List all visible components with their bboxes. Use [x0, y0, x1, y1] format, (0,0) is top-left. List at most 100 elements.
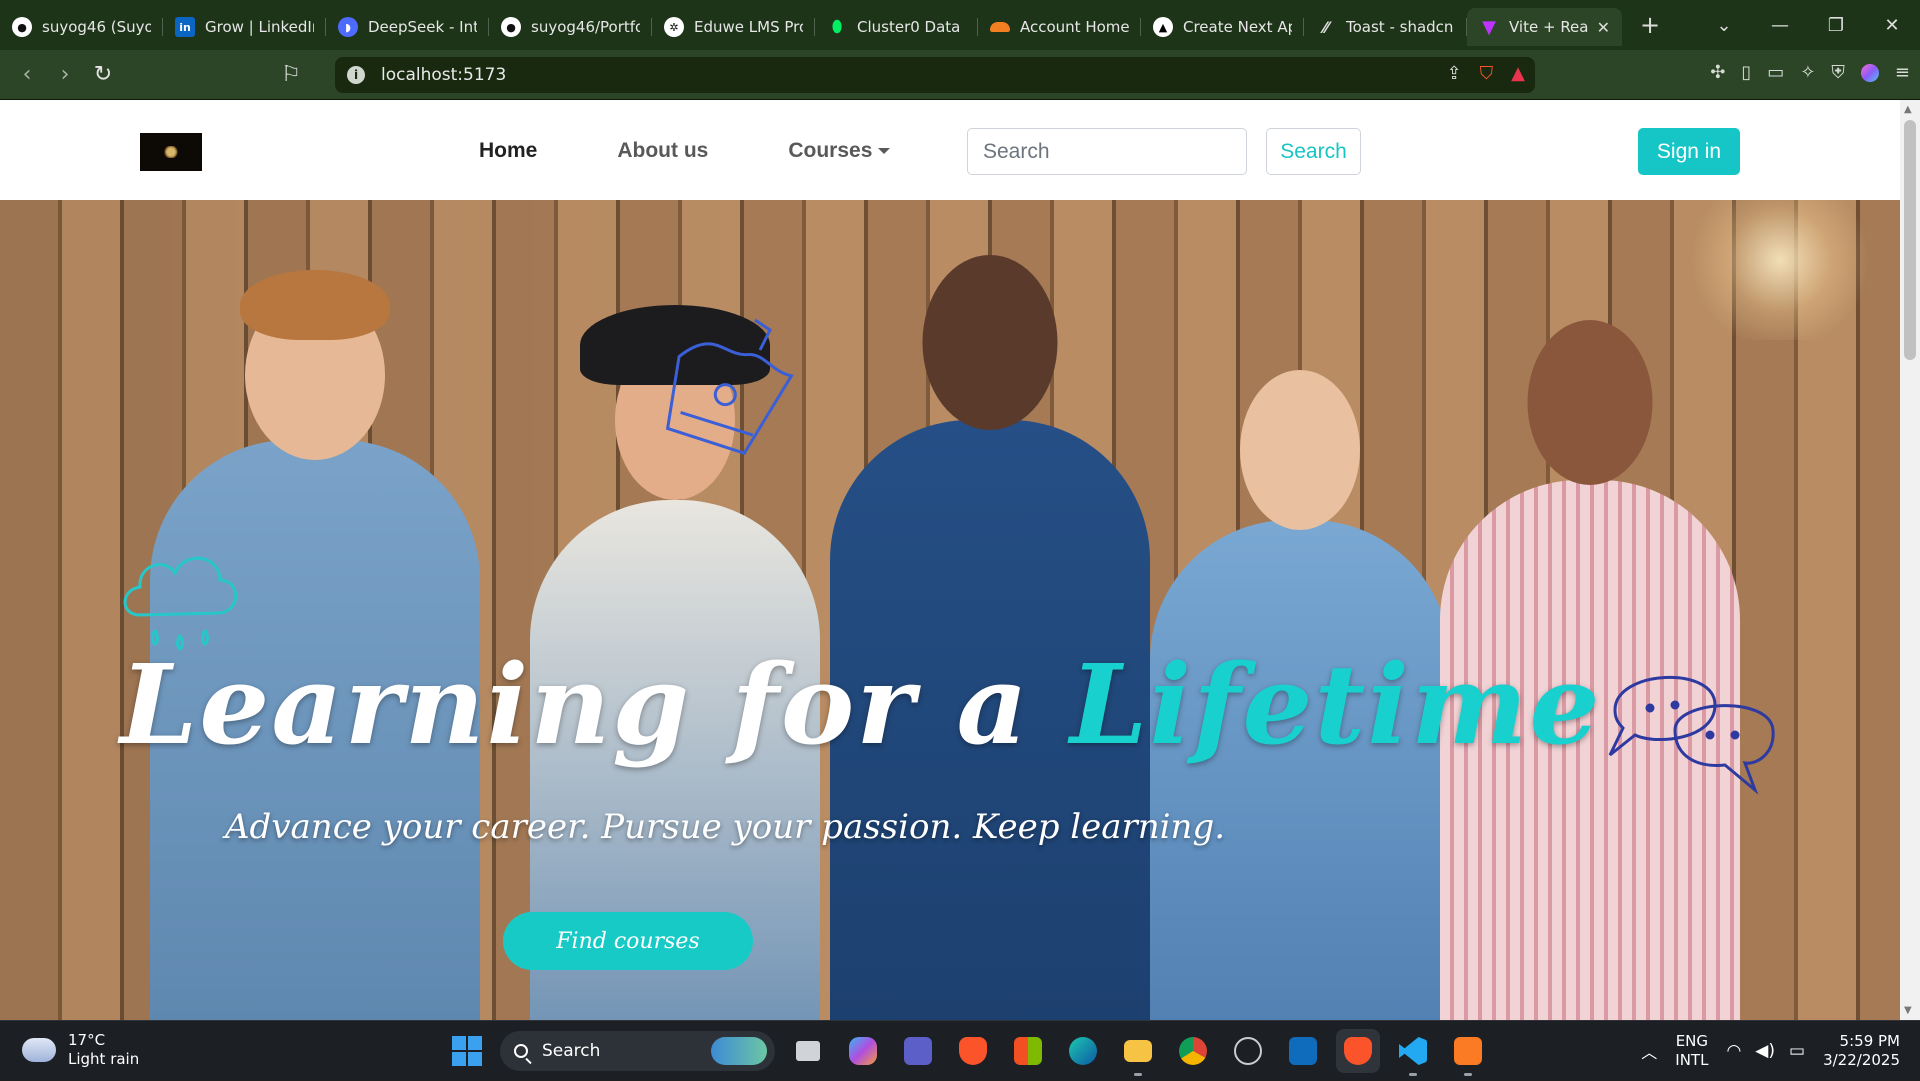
- hero-title-main: Learning for a: [120, 640, 1030, 769]
- nav-courses-dropdown[interactable]: Courses: [788, 134, 891, 168]
- page-viewport: Home About us Courses Search Sign in: [0, 100, 1900, 1020]
- search-icon: [514, 1044, 528, 1058]
- teams-icon[interactable]: [896, 1029, 940, 1073]
- minimize-button[interactable]: —: [1752, 15, 1808, 36]
- forward-button[interactable]: ›: [46, 62, 84, 87]
- sidebar-icon[interactable]: ▯: [1741, 62, 1751, 83]
- menu-icon[interactable]: ≡: [1895, 62, 1910, 83]
- tab-shadcn[interactable]: ⁄⁄ Toast - shadcn: [1304, 8, 1467, 46]
- bookmark-icon[interactable]: ⚐: [272, 62, 310, 87]
- restore-button[interactable]: ❐: [1808, 15, 1864, 36]
- brave-browser-icon[interactable]: [951, 1029, 995, 1073]
- openai-icon: ✲: [664, 17, 684, 37]
- brave-rewards-icon[interactable]: ▲: [1511, 63, 1525, 84]
- tab-label: Eduwe LMS Pro: [694, 18, 803, 36]
- mongodb-leaf-icon: ⬮: [831, 17, 843, 36]
- tab-deepseek[interactable]: ◗ DeepSeek - Int: [326, 8, 489, 46]
- vite-icon: ▼: [1482, 16, 1496, 38]
- deepseek-icon: ◗: [338, 17, 358, 37]
- start-button[interactable]: [445, 1029, 489, 1073]
- file-explorer-icon[interactable]: [1116, 1029, 1160, 1076]
- battery-icon[interactable]: ▭: [1789, 1041, 1805, 1061]
- cloudflare-icon: [990, 22, 1010, 32]
- tab-vite-react[interactable]: ▼ Vite + Rea ✕: [1467, 8, 1622, 46]
- reload-button[interactable]: ↻: [84, 62, 122, 87]
- edge-icon[interactable]: [1061, 1029, 1105, 1073]
- nav-about-us[interactable]: About us: [617, 134, 708, 168]
- wallet-icon[interactable]: ▭: [1767, 62, 1784, 83]
- hero-title: Learning for a Lifetime: [120, 640, 1601, 769]
- tab-cloudflare[interactable]: Account Home: [978, 8, 1141, 46]
- clock-date: 3/22/2025: [1823, 1051, 1900, 1069]
- tab-mongodb[interactable]: ⬮ Cluster0 Data |: [815, 8, 978, 46]
- taskbar-search-label: Search: [542, 1041, 601, 1061]
- wifi-icon[interactable]: ◠: [1726, 1041, 1741, 1061]
- tab-label: Account Home: [1020, 18, 1129, 36]
- extensions-icon[interactable]: ✣: [1710, 62, 1725, 83]
- scrollbar-thumb[interactable]: [1904, 120, 1916, 360]
- new-tab-button[interactable]: +: [1640, 11, 1660, 39]
- volume-icon[interactable]: ◀): [1755, 1041, 1775, 1061]
- copilot-icon[interactable]: [841, 1029, 885, 1073]
- tab-search-chevron-icon[interactable]: ⌄: [1696, 15, 1752, 36]
- taskbar-search[interactable]: Search: [500, 1031, 775, 1071]
- clock[interactable]: 5:59 PM 3/22/2025: [1823, 1032, 1900, 1070]
- leo-ai-icon[interactable]: ✧: [1800, 62, 1815, 83]
- tab-linkedin[interactable]: in Grow | LinkedIn: [163, 8, 326, 46]
- scroll-down-arrow-icon[interactable]: ▼: [1904, 1005, 1912, 1016]
- nav-courses-label: Courses: [788, 139, 873, 162]
- tab-github-profile[interactable]: ● suyog46 (Suyog: [0, 8, 163, 46]
- tab-github-portfolio[interactable]: ● suyog46/Portfo: [489, 8, 652, 46]
- tab-label: Grow | LinkedIn: [205, 18, 314, 36]
- window-controls: ⌄ — ❐ ✕: [1696, 0, 1920, 50]
- scroll-up-arrow-icon[interactable]: ▲: [1904, 104, 1912, 115]
- vpn-icon[interactable]: ⛨: [1831, 62, 1845, 83]
- logo-emblem: [163, 146, 179, 158]
- task-view-icon[interactable]: [786, 1029, 830, 1073]
- dell-icon[interactable]: [1226, 1029, 1270, 1073]
- caret-down-icon: [878, 148, 891, 155]
- site-info-icon[interactable]: i: [347, 66, 365, 84]
- nav-home[interactable]: Home: [479, 134, 537, 168]
- brave-browser-active-icon[interactable]: [1336, 1029, 1380, 1073]
- hero-photo-person-4: [1150, 355, 1450, 1020]
- weather-widget[interactable]: 17°C Light rain: [22, 1031, 139, 1069]
- tab-label: Vite + Rea: [1509, 18, 1589, 36]
- page-scrollbar[interactable]: ▲ ▼: [1900, 100, 1920, 1020]
- linkedin-icon: in: [175, 17, 195, 37]
- share-icon[interactable]: ⇪: [1447, 63, 1462, 84]
- back-button[interactable]: ‹: [8, 62, 46, 87]
- search-highlight-image: [711, 1037, 767, 1065]
- hero-section: Learning for a Lifetime Advance your car…: [0, 200, 1900, 1020]
- site-navbar: Home About us Courses Search Sign in: [0, 100, 1900, 200]
- microsoft-store-icon[interactable]: [1006, 1029, 1050, 1073]
- chrome-icon[interactable]: [1171, 1029, 1215, 1073]
- brave-shields-icon[interactable]: ⛉: [1480, 63, 1494, 84]
- show-hidden-icons-chevron-icon[interactable]: ︿: [1641, 1039, 1657, 1063]
- site-logo[interactable]: [140, 133, 202, 171]
- sign-in-button[interactable]: Sign in: [1638, 128, 1740, 175]
- browser-toolbar: ‹ › ↻ ⚐ i localhost:5173 ⇪ ⛉ ▲ ✣ ▯ ▭ ✧ ⛨…: [0, 50, 1920, 100]
- hero-title-accent: Lifetime: [1070, 640, 1602, 769]
- site-search-button[interactable]: Search: [1266, 128, 1361, 175]
- tab-label: Cluster0 Data |: [857, 18, 966, 36]
- tab-label: Toast - shadcn: [1346, 18, 1454, 36]
- outlook-icon[interactable]: [1281, 1029, 1325, 1073]
- profile-avatar-icon[interactable]: [1860, 63, 1879, 82]
- close-tab-icon[interactable]: ✕: [1597, 18, 1610, 37]
- find-courses-button[interactable]: Find courses: [503, 912, 753, 970]
- tab-vercel[interactable]: ▲ Create Next Ap: [1141, 8, 1304, 46]
- close-window-button[interactable]: ✕: [1864, 15, 1920, 36]
- xampp-icon[interactable]: [1446, 1029, 1490, 1076]
- lang-primary: ENG: [1675, 1032, 1709, 1050]
- vercel-icon: ▲: [1153, 17, 1173, 37]
- tab-eduwe[interactable]: ✲ Eduwe LMS Pro: [652, 8, 815, 46]
- language-indicator[interactable]: ENG INTL: [1675, 1032, 1708, 1070]
- extensions-area: ✣ ▯ ▭ ✧ ⛨ ≡: [1710, 62, 1910, 83]
- site-search-input[interactable]: [967, 128, 1247, 175]
- vscode-icon[interactable]: [1391, 1029, 1435, 1076]
- weather-temp: 17°C: [68, 1031, 106, 1049]
- tab-label: suyog46/Portfo: [531, 18, 640, 36]
- address-bar[interactable]: i localhost:5173 ⇪ ⛉ ▲: [335, 57, 1535, 93]
- taskbar-apps: Search: [445, 1029, 1490, 1076]
